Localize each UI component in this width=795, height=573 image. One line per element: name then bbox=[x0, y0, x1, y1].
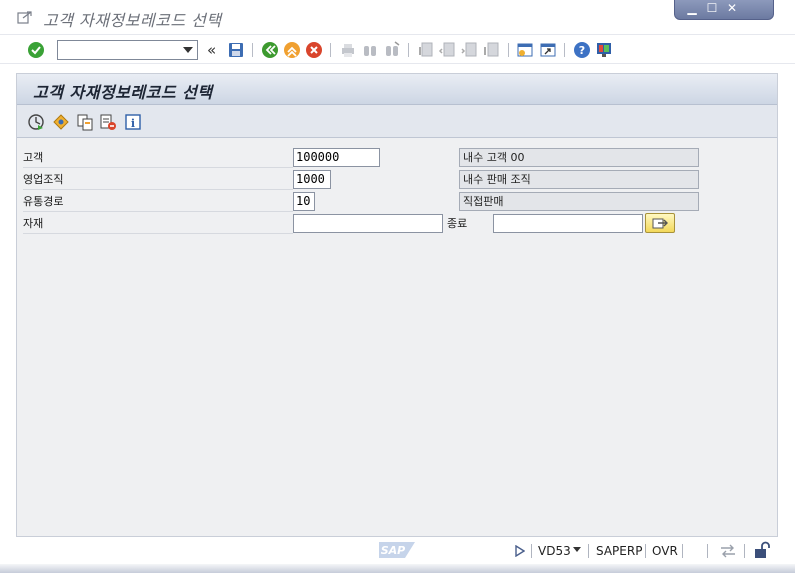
title-bar: 고객 자재정보레코드 선택 ▁ ☐ ✕ bbox=[0, 0, 795, 34]
main-area: 고객 자재정보레코드 선택 i 고객 100000 내수 고객 00 영업조직 … bbox=[16, 73, 778, 537]
customer-label: 고객 bbox=[23, 151, 44, 164]
lock-icon[interactable] bbox=[753, 541, 771, 559]
svg-text:SAP: SAP bbox=[381, 544, 406, 557]
sales-org-label: 영업조직 bbox=[23, 173, 64, 186]
enter-icon[interactable] bbox=[27, 41, 45, 59]
exit-icon[interactable] bbox=[283, 41, 301, 59]
customize-layout-icon[interactable] bbox=[595, 41, 613, 59]
next-page-icon[interactable] bbox=[460, 41, 478, 59]
window-title: 고객 자재정보레코드 선택 bbox=[43, 11, 222, 30]
print-icon[interactable] bbox=[339, 41, 357, 59]
play-status-icon[interactable] bbox=[515, 545, 525, 557]
cancel-icon[interactable] bbox=[305, 41, 323, 59]
chevron-down-icon[interactable] bbox=[573, 547, 581, 552]
command-field[interactable] bbox=[57, 40, 198, 60]
info-icon[interactable]: i bbox=[124, 113, 142, 131]
screen-title-bar: 고객 자재정보레코드 선택 bbox=[17, 74, 777, 105]
create-session-icon[interactable] bbox=[516, 41, 534, 59]
copy-selection-icon[interactable] bbox=[76, 113, 94, 131]
customer-description: 내수 고객 00 bbox=[459, 148, 699, 167]
shortcut-icon[interactable] bbox=[539, 41, 557, 59]
back-icon[interactable] bbox=[261, 41, 279, 59]
material-to-input[interactable] bbox=[493, 214, 643, 233]
last-page-icon[interactable] bbox=[482, 41, 500, 59]
delete-selection-icon[interactable] bbox=[99, 113, 117, 131]
chevron-down-icon[interactable] bbox=[183, 47, 193, 53]
multiple-selection-button[interactable] bbox=[645, 213, 675, 233]
system-name: SAPERP bbox=[596, 544, 643, 558]
screen-title: 고객 자재정보레코드 선택 bbox=[33, 83, 213, 102]
previous-page-icon[interactable] bbox=[438, 41, 456, 59]
execute-icon[interactable] bbox=[27, 113, 45, 131]
window-controls: ▁ ☐ ✕ bbox=[674, 0, 774, 20]
command-input[interactable] bbox=[60, 42, 180, 58]
bottom-border bbox=[0, 564, 795, 573]
distribution-channel-label: 유통경로 bbox=[23, 195, 64, 208]
status-bar: SAP VD53 SAPERP OVR bbox=[0, 538, 795, 564]
distribution-channel-description: 직접판매 bbox=[459, 192, 699, 211]
close-icon[interactable]: ✕ bbox=[725, 1, 739, 15]
sales-org-description: 내수 판매 조직 bbox=[459, 170, 699, 189]
find-next-icon[interactable] bbox=[383, 41, 401, 59]
distribution-channel-input[interactable]: 10 bbox=[293, 192, 315, 211]
collapse-toolbar-icon[interactable]: « bbox=[207, 41, 216, 59]
find-icon[interactable] bbox=[361, 41, 379, 59]
svg-text:i: i bbox=[131, 117, 135, 130]
maximize-icon[interactable]: ☐ bbox=[705, 1, 719, 15]
save-icon[interactable] bbox=[227, 41, 245, 59]
first-page-icon[interactable] bbox=[416, 41, 434, 59]
sap-logo: SAP bbox=[379, 542, 415, 558]
material-from-input[interactable] bbox=[293, 214, 443, 233]
material-label: 자재 bbox=[23, 217, 44, 230]
multiple-selection-icon bbox=[652, 218, 668, 229]
material-to-label: 종료 bbox=[447, 217, 468, 230]
connection-icon[interactable] bbox=[719, 543, 737, 559]
system-toolbar: « ? bbox=[0, 34, 795, 64]
application-toolbar: i bbox=[17, 105, 777, 138]
app-menu-icon[interactable] bbox=[17, 10, 33, 24]
svg-text:?: ? bbox=[579, 44, 585, 57]
transaction-code: VD53 bbox=[538, 544, 571, 558]
sales-org-input[interactable]: 1000 bbox=[293, 170, 331, 189]
minimize-icon[interactable]: ▁ bbox=[685, 1, 699, 15]
customer-input[interactable]: 100000 bbox=[293, 148, 380, 167]
input-mode[interactable]: OVR bbox=[652, 544, 678, 558]
help-icon[interactable]: ? bbox=[573, 41, 591, 59]
get-variant-icon[interactable] bbox=[52, 113, 70, 131]
